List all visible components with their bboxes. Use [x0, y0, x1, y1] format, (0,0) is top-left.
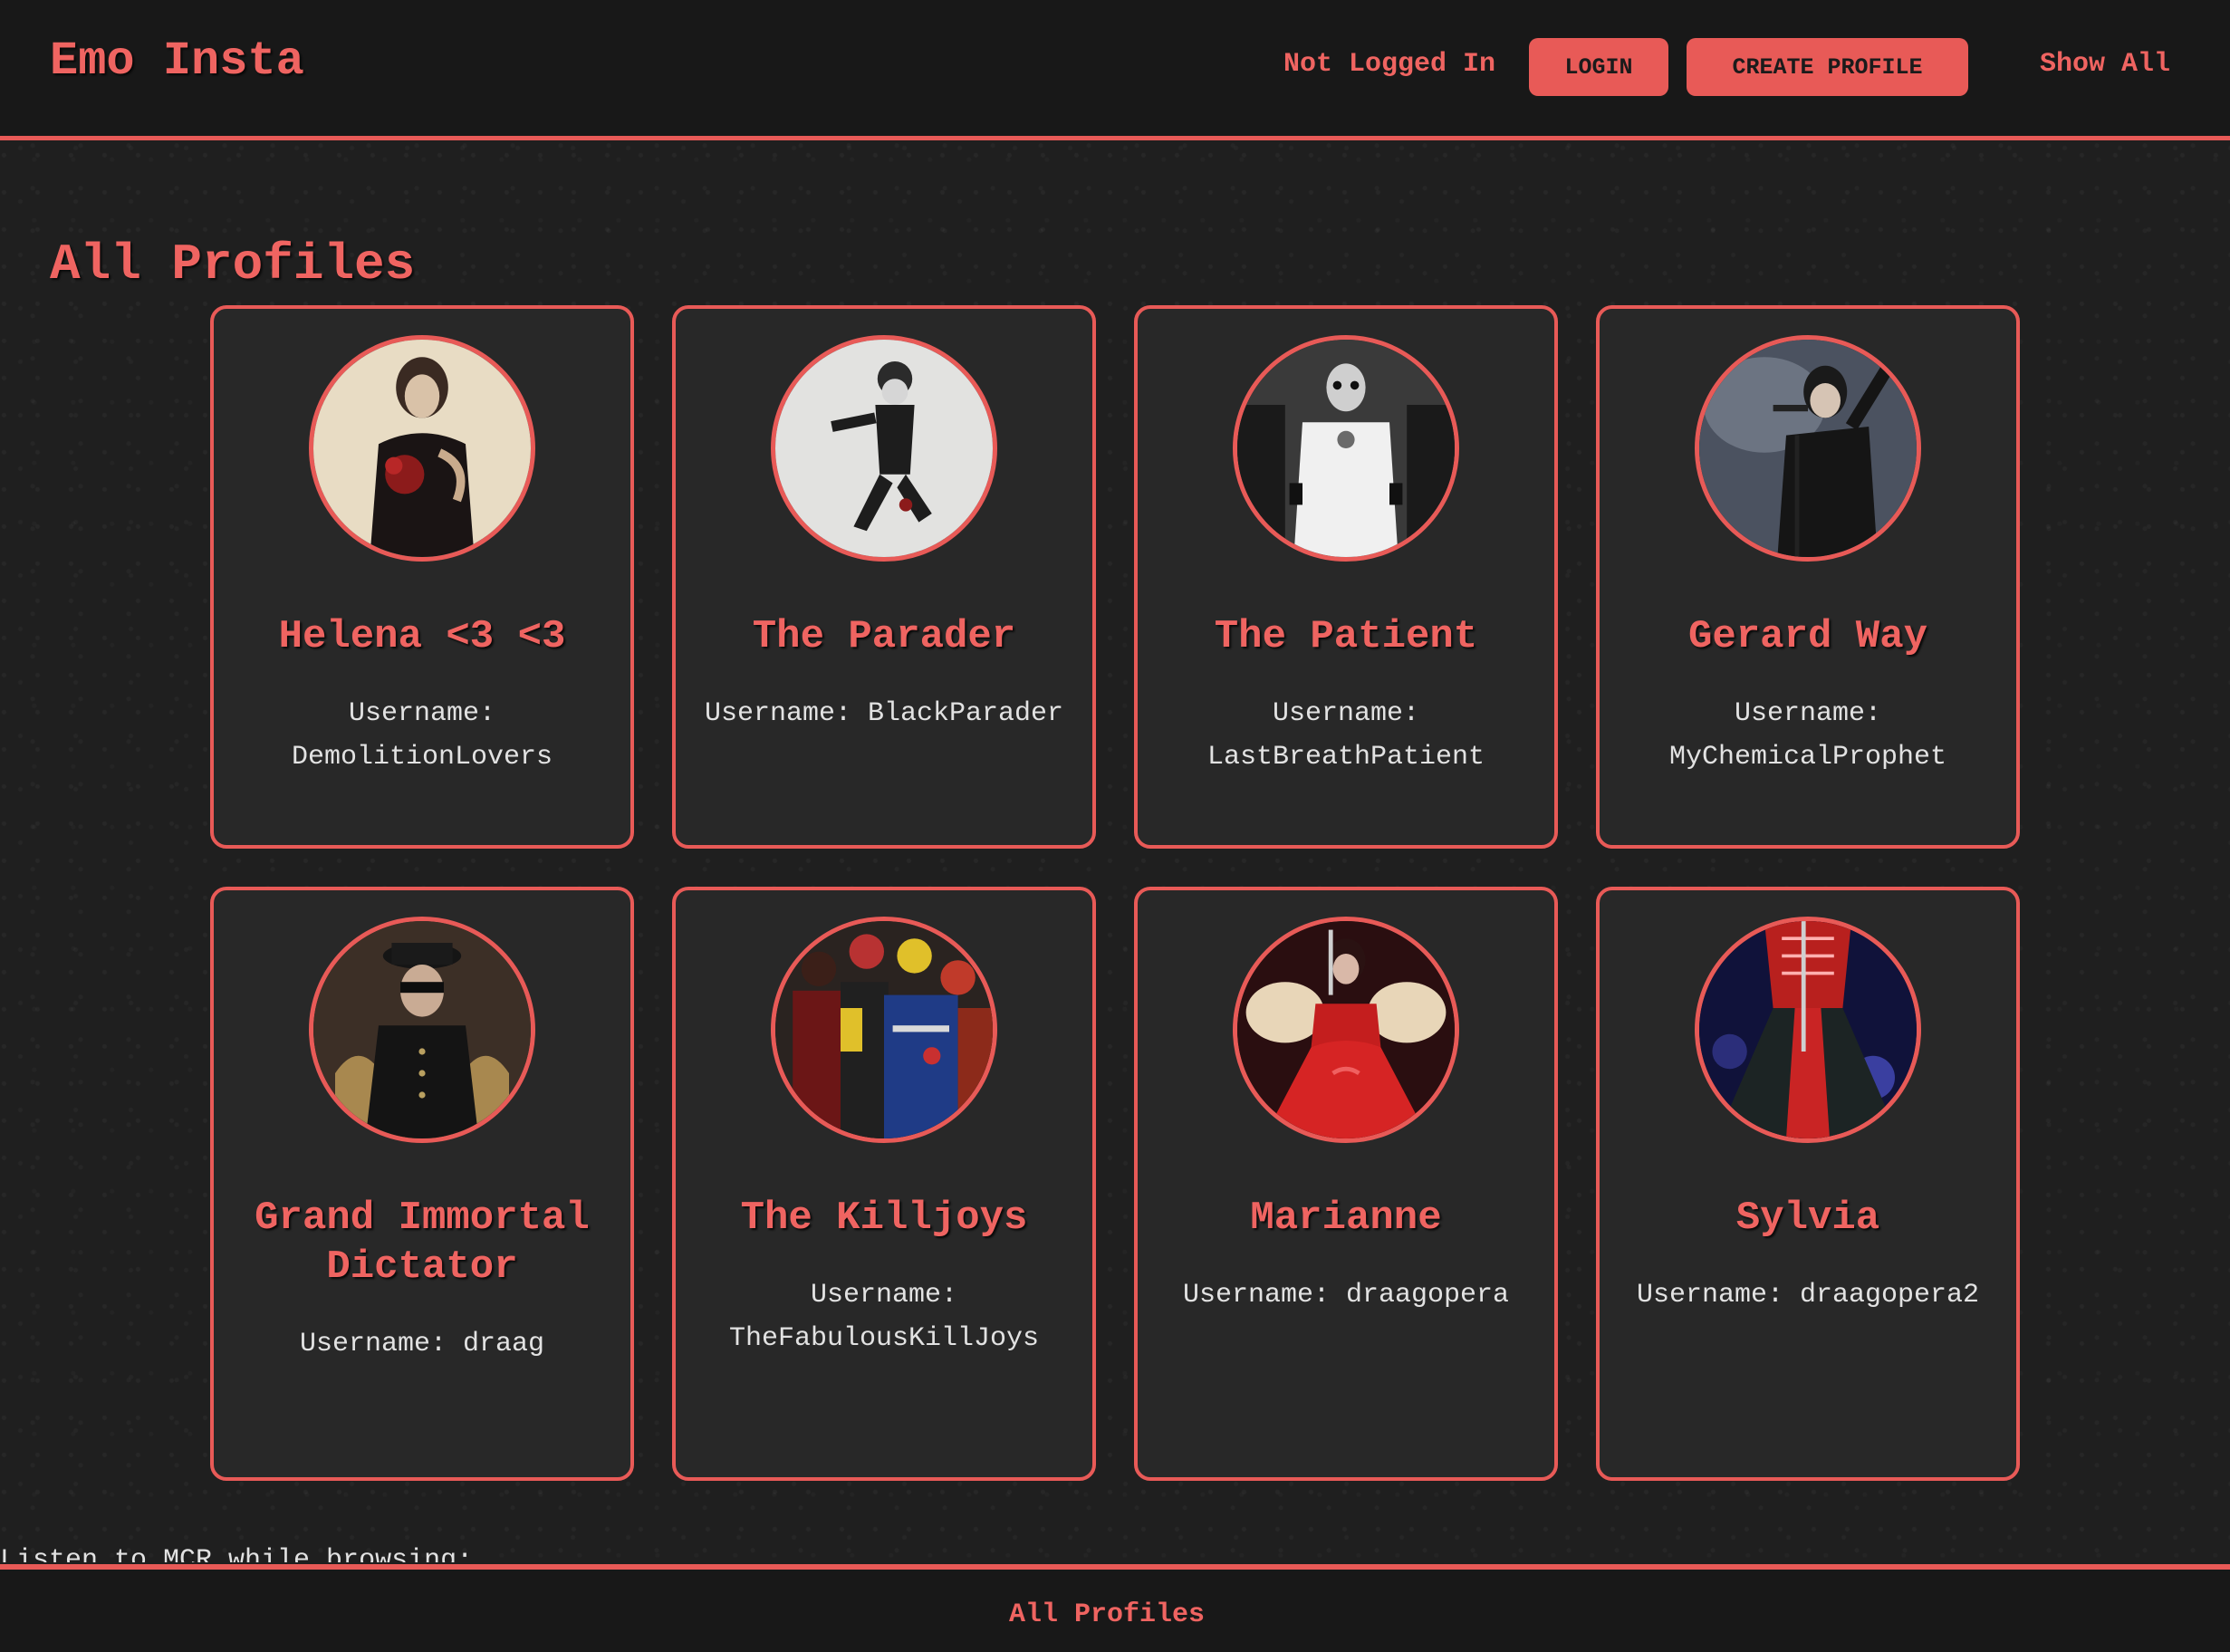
profile-username: Username: MyChemicalProphet: [1668, 698, 1947, 773]
profile-name: The Patient: [1214, 614, 1478, 659]
profile-avatar[interactable]: [771, 335, 997, 562]
show-all-link[interactable]: Show All: [2040, 49, 2170, 80]
profile-card[interactable]: Sylvia Username: draagopera2: [1596, 887, 2020, 1481]
profile-name: The Killjoys: [740, 1196, 1028, 1241]
profile-card[interactable]: Marianne Username: draagopera: [1134, 887, 1558, 1481]
bottom-navbar: All Profiles: [0, 1564, 2230, 1652]
profile-avatar[interactable]: [771, 917, 997, 1143]
profile-name: Gerard Way: [1687, 614, 1928, 659]
profile-name: Helena <3 <3: [278, 614, 566, 659]
profile-card[interactable]: Helena <3 <3 Username: DemolitionLovers: [210, 305, 634, 849]
profile-avatar[interactable]: [1233, 917, 1459, 1143]
profile-card[interactable]: The Killjoys Username: TheFabulousKillJo…: [672, 887, 1096, 1481]
brand-logo-text[interactable]: Emo Insta: [50, 34, 304, 88]
profile-avatar[interactable]: [309, 917, 535, 1143]
profile-avatar[interactable]: [1233, 335, 1459, 562]
profile-username: Username: draag: [299, 1329, 545, 1359]
profile-avatar[interactable]: [1695, 917, 1921, 1143]
profile-avatar[interactable]: [309, 335, 535, 562]
login-button[interactable]: LOGIN: [1529, 38, 1668, 96]
top-navbar: Emo Insta Not Logged In LOGIN CREATE PRO…: [0, 0, 2230, 140]
profile-username: Username: DemolitionLovers: [291, 698, 553, 773]
profile-card[interactable]: The Patient Username: LastBreathPatient: [1134, 305, 1558, 849]
profile-username: Username: LastBreathPatient: [1206, 698, 1485, 773]
profile-card[interactable]: Gerard Way Username: MyChemicalProphet: [1596, 305, 2020, 849]
page-title: All Profiles: [50, 235, 416, 293]
profile-name: Grand Immortal Dictator: [255, 1196, 590, 1290]
profile-card[interactable]: Grand Immortal Dictator Username: draag: [210, 887, 634, 1481]
music-player-label: Listen to MCR while browsing:: [0, 1545, 474, 1562]
profile-username: Username: draagopera: [1182, 1280, 1510, 1311]
create-profile-button[interactable]: CREATE PROFILE: [1687, 38, 1968, 96]
login-status-text: Not Logged In: [1283, 49, 1496, 80]
profile-avatar[interactable]: [1695, 335, 1921, 562]
profile-name: Sylvia: [1735, 1196, 1880, 1241]
profile-username: Username: TheFabulousKillJoys: [728, 1280, 1040, 1354]
profile-username: Username: BlackParader: [704, 698, 1064, 729]
profile-name: Marianne: [1250, 1196, 1442, 1241]
profile-username: Username: draagopera2: [1636, 1280, 1980, 1311]
profile-name: The Parader: [752, 614, 1016, 659]
profile-card[interactable]: The Parader Username: BlackParader: [672, 305, 1096, 849]
footer-all-profiles-link[interactable]: All Profiles: [1009, 1599, 1205, 1630]
profile-grid: Helena <3 <3 Username: DemolitionLovers …: [210, 305, 2020, 1481]
